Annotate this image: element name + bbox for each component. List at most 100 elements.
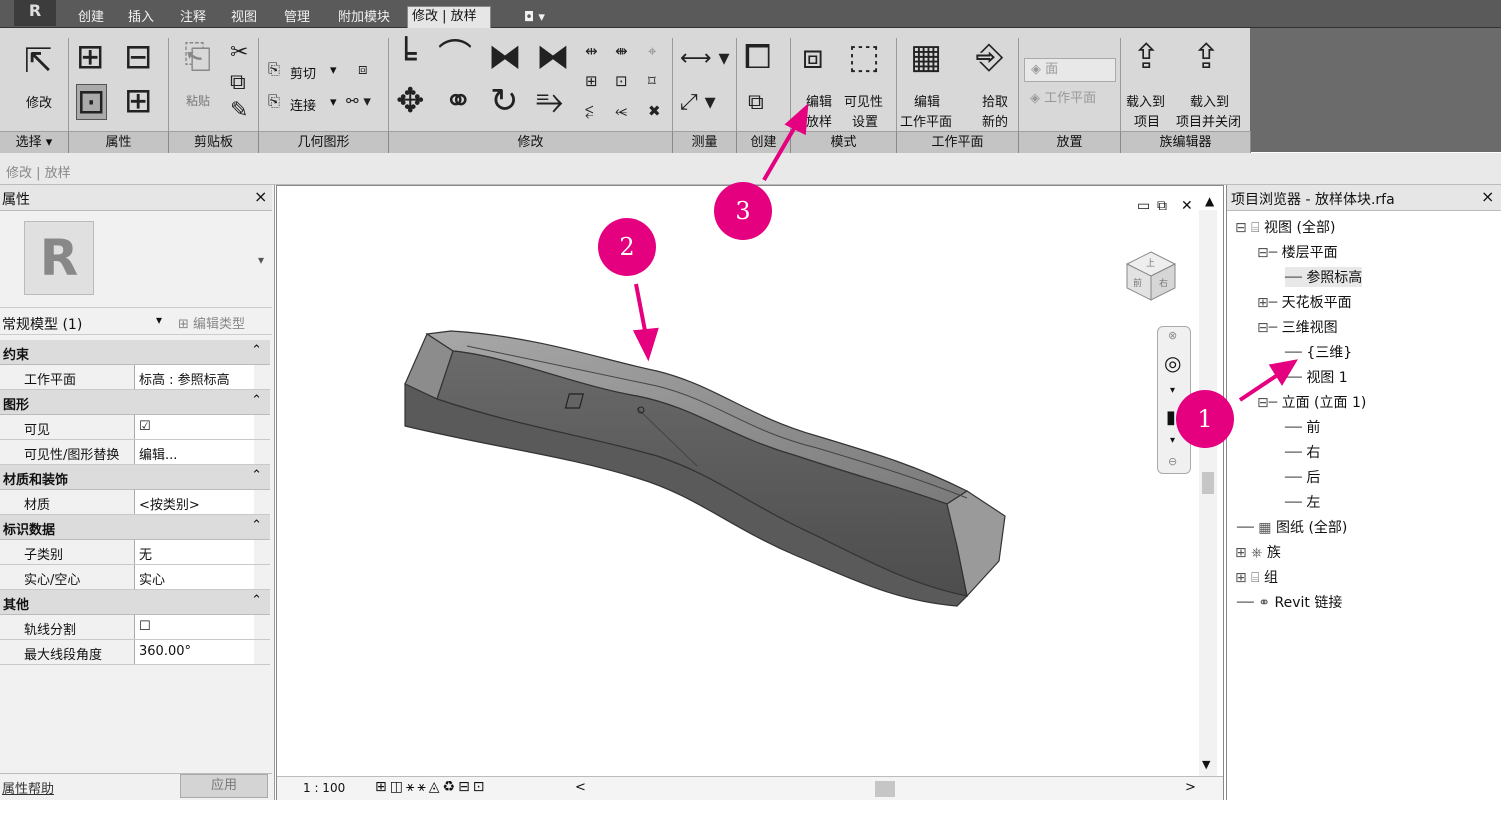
property-value[interactable]: <按类别> [134, 490, 254, 514]
tab-manage[interactable]: 管理 [280, 8, 314, 28]
tab-annotate[interactable]: 注释 [176, 8, 210, 28]
scroll-down-icon[interactable]: ▼ [1202, 758, 1210, 771]
browser-tree-item[interactable]: ⊟─ 立面 (立面 1) [1257, 392, 1366, 412]
modify-button-label[interactable]: 修改 [26, 92, 52, 111]
tree-expander-icon[interactable]: ⊟ ⌸ [1235, 220, 1264, 236]
edit-loft-label-2[interactable]: 放样 [806, 111, 832, 130]
tab-modify-loft[interactable]: 修改 | 放样 [407, 6, 491, 28]
property-section[interactable]: 其他 ⌃ [0, 590, 270, 615]
join-geometry-label[interactable]: 连接 [290, 95, 316, 114]
mirror-axis-icon[interactable]: ⧓ [488, 40, 522, 74]
load-project-label-1[interactable]: 载入到 [1126, 91, 1165, 110]
tab-insert[interactable]: 插入 [124, 8, 158, 28]
delete-icon[interactable]: ✖ [648, 104, 661, 119]
browser-tree-item[interactable]: ── 前 [1285, 417, 1320, 437]
match-properties-icon[interactable]: ✎ [230, 100, 248, 122]
measure-distance-icon[interactable]: ⟷ ▾ [680, 48, 730, 70]
tab-addins[interactable]: 附加模块 [334, 8, 394, 28]
load-close-label-1[interactable]: 载入到 [1190, 91, 1229, 110]
load-project-label-2[interactable]: 项目 [1134, 111, 1160, 130]
load-close-label-2[interactable]: 项目并关闭 [1176, 111, 1241, 130]
property-value[interactable]: 编辑... [134, 440, 254, 464]
tab-create[interactable]: 创建 [74, 8, 108, 28]
aligned-dimension-icon[interactable]: ⤢ ▾ [680, 92, 716, 114]
apply-button[interactable]: 应用 [180, 774, 268, 798]
create-group-icon[interactable]: ⧉ [748, 92, 764, 114]
split-face-icon[interactable]: ⚯ ▾ [346, 94, 371, 109]
panel-select[interactable]: 选择 ▾ [0, 131, 69, 153]
visibility-settings-icon[interactable]: ⬚ [848, 40, 880, 74]
property-section[interactable]: 约束 ⌃ [0, 340, 270, 365]
trim-extend-icon[interactable]: ⥱ [536, 84, 563, 118]
collapse-icon[interactable]: ⌃ [251, 393, 262, 408]
visibility-label-1[interactable]: 可见性 [844, 91, 883, 110]
cursor-arrow-icon[interactable]: ⇱ [24, 44, 53, 78]
family-category-icon[interactable]: ⊞ [124, 84, 153, 118]
cut-scissors-icon[interactable]: ✂ [230, 42, 248, 64]
tree-expander-icon[interactable]: ── [1285, 495, 1306, 511]
create-similar-icon[interactable]: ⧠ [744, 40, 771, 74]
tab-view[interactable]: 视图 [227, 8, 261, 28]
browser-tree-item[interactable]: ── 参照标高 [1285, 267, 1363, 287]
browser-tree-item[interactable]: ── 视图 1 [1285, 367, 1348, 387]
family-types-icon[interactable]: ⊞ [76, 40, 105, 74]
pick-new-icon[interactable]: ⎆ [976, 40, 1003, 74]
steering-wheel-icon[interactable]: ◎ [1164, 351, 1181, 375]
browser-tree-item[interactable]: ⊟─ 三维视图 [1257, 317, 1338, 337]
tree-expander-icon[interactable]: ⊞ ⎈ [1235, 545, 1267, 561]
tree-expander-icon[interactable]: ── [1285, 445, 1306, 461]
array-icon[interactable]: ⊞ [585, 74, 598, 89]
edit-type-button[interactable]: ⊞ 编辑类型 [178, 313, 245, 332]
restore-view-icon[interactable]: ⧉ [1157, 198, 1167, 214]
copy-icon[interactable]: ⧉ [230, 72, 246, 94]
tree-expander-icon[interactable]: ── [1285, 370, 1306, 386]
copy-element-icon[interactable]: ⚭ [444, 84, 473, 118]
browser-tree-item[interactable]: ⊞─ 天花板平面 [1257, 292, 1352, 312]
pick-new-label-2[interactable]: 新的 [982, 111, 1008, 130]
pick-new-label-1[interactable]: 拾取 [982, 91, 1008, 110]
load-and-close-icon[interactable]: ⇪ [1192, 40, 1221, 74]
tree-expander-icon[interactable]: ⊟─ [1257, 245, 1282, 261]
property-value[interactable]: ☑ [134, 415, 254, 439]
browser-tree-item[interactable]: ⊞ ⎈ 族 [1235, 542, 1281, 562]
mirror-draw-icon[interactable]: ⧓ [536, 40, 570, 74]
tree-expander-icon[interactable]: ── [1285, 270, 1306, 286]
tree-expander-icon[interactable]: ── ⚭ [1237, 595, 1275, 611]
tree-expander-icon[interactable]: ── ▦ [1237, 520, 1276, 536]
tree-expander-icon[interactable]: ⊞ ⌸ [1235, 570, 1264, 586]
browser-tree-item[interactable]: ── ▦ 图纸 (全部) [1237, 517, 1347, 537]
property-value[interactable]: 360.00° [134, 640, 254, 664]
browser-tree-item[interactable]: ── 后 [1285, 467, 1320, 487]
offset-icon[interactable]: ⌒ [438, 40, 472, 74]
property-value[interactable]: 实心 [134, 565, 254, 589]
cut-geometry-icon[interactable]: ⎘ [268, 62, 280, 77]
edit-loft-icon[interactable]: ⧈ [802, 40, 824, 74]
3d-viewport[interactable]: ▭ ⧉ ✕ ▲ 上 前 右 ⊗ ◎ ▾ ▮ ▾ ⊖ ▼ 1 : 100 ⊞◫⚹⚹… [276, 185, 1224, 800]
scroll-up-icon[interactable]: ▲ [1205, 194, 1214, 208]
tree-expander-icon[interactable]: ⊟─ [1257, 320, 1282, 336]
horizontal-scroll-thumb[interactable] [875, 781, 895, 797]
browser-tree-item[interactable]: ── 右 [1285, 442, 1320, 462]
edit-loft-label-1[interactable]: 编辑 [806, 91, 832, 110]
nav-bar-close-icon[interactable]: ⊗ [1168, 329, 1177, 342]
cut-geometry-label[interactable]: 剪切 [290, 63, 316, 82]
align-icon[interactable]: ╘ [396, 40, 416, 74]
browser-tree-item[interactable]: ⊟ ⌸ 视图 (全部) [1235, 217, 1335, 237]
instance-type-filter[interactable]: 常规模型 (1) [2, 314, 82, 334]
paste-icon[interactable]: ⎗ [184, 40, 211, 74]
browser-tree-item[interactable]: ── 左 [1285, 492, 1320, 512]
collapse-icon[interactable]: ⌃ [251, 468, 262, 483]
tab-extra-dropdown[interactable]: ◘ ▾ [520, 8, 549, 28]
vertical-scrollbar[interactable]: ▼ [1199, 210, 1217, 776]
property-section[interactable]: 图形 ⌃ [0, 390, 270, 415]
edit-workplane-label-1[interactable]: 编辑 [914, 91, 940, 110]
loft-model[interactable] [277, 186, 1225, 776]
properties-help-link[interactable]: 属性帮助 [2, 778, 54, 797]
join-geometry-icon[interactable]: ⎘ [268, 94, 280, 109]
browser-tree-item[interactable]: ── ⚭ Revit 链接 [1237, 592, 1342, 612]
visibility-label-2[interactable]: 设置 [852, 111, 878, 130]
collapse-icon[interactable]: ⌃ [251, 343, 262, 358]
type-selector-dropdown[interactable]: ▾ [258, 253, 264, 267]
close-view-icon[interactable]: ✕ [1181, 198, 1193, 214]
tree-expander-icon[interactable]: ── [1285, 470, 1306, 486]
